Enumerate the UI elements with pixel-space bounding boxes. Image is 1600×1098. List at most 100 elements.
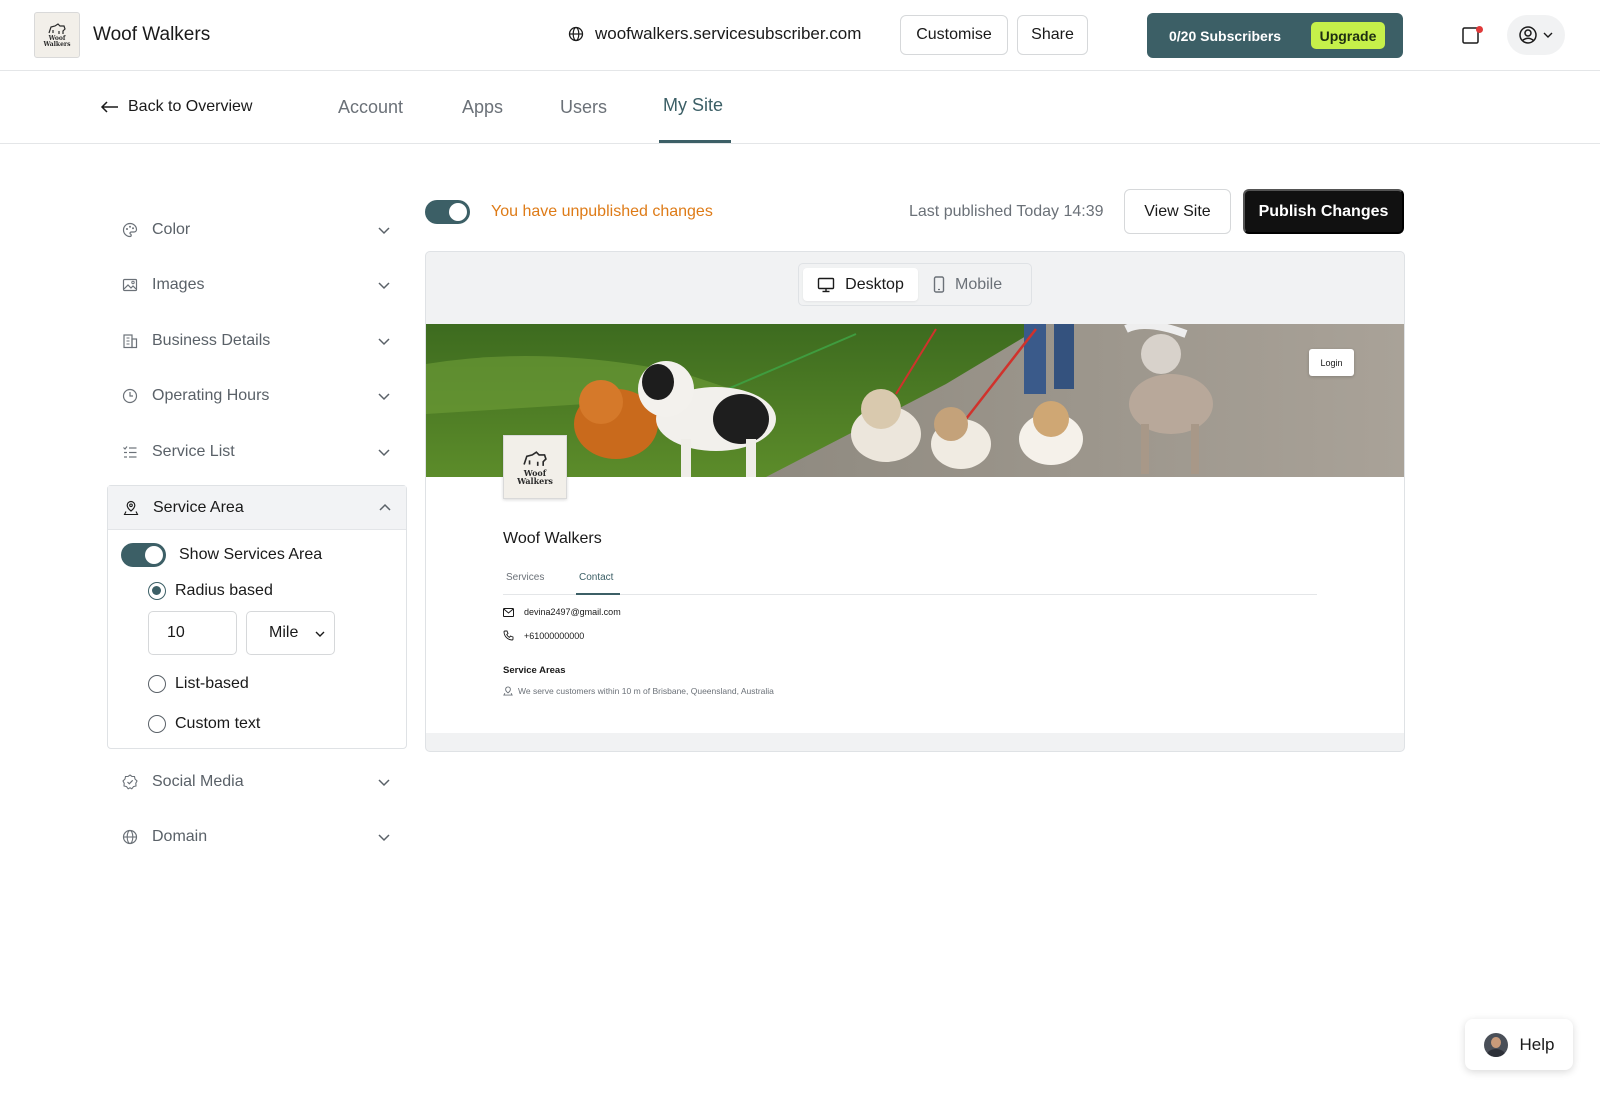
view-site-button[interactable]: View Site <box>1124 189 1231 234</box>
sidebar-item-color[interactable]: Color <box>107 208 407 252</box>
preview-changes-toggle[interactable] <box>425 200 470 224</box>
support-avatar <box>1483 1032 1508 1057</box>
preview-tab-contact[interactable]: Contact <box>579 572 613 583</box>
sidebar-item-domain[interactable]: Domain <box>107 815 407 859</box>
building-icon <box>123 334 138 349</box>
palette-icon <box>122 222 138 238</box>
site-url-text: woofwalkers.servicesubscriber.com <box>595 24 862 43</box>
publish-changes-button[interactable]: Publish Changes <box>1243 189 1404 234</box>
help-button[interactable]: Help <box>1465 1019 1573 1070</box>
custom-text-radio[interactable] <box>148 715 166 733</box>
chevron-down-icon <box>378 282 390 290</box>
mobile-label: Mobile <box>955 275 1003 293</box>
chevron-down-icon <box>1543 32 1553 38</box>
badge-check-icon <box>122 774 138 790</box>
location-icon <box>503 686 513 696</box>
hero-banner-image <box>426 324 1404 477</box>
tab-my-site[interactable]: My Site <box>663 95 723 116</box>
phone-icon <box>503 630 514 641</box>
custom-text-label: Custom text <box>175 715 261 732</box>
dog-logo-icon <box>523 451 547 466</box>
sidebar-item-label: Business Details <box>152 332 271 349</box>
sidebar-item-label: Social Media <box>152 773 244 790</box>
preview-tab-divider <box>503 594 1317 595</box>
radius-unit-select[interactable]: Mile <box>246 611 335 655</box>
smartphone-icon <box>933 276 945 293</box>
chevron-down-icon <box>378 449 390 457</box>
sidebar-item-label: Color <box>152 221 191 238</box>
preview-site-logo: Woof Walkers <box>503 435 567 499</box>
logo-text-line2: Walkers <box>517 476 553 486</box>
preview-service-areas-title: Service Areas <box>503 665 566 676</box>
unpublished-changes-notice: You have unpublished changes <box>491 203 713 220</box>
back-to-overview-link[interactable]: Back to Overview <box>100 98 252 116</box>
logo-text-line2: Walkers <box>43 41 71 48</box>
sidebar-item-operating-hours[interactable]: Operating Hours <box>107 374 407 418</box>
sidebar-item-images[interactable]: Images <box>107 263 407 307</box>
sidebar-item-label: Service List <box>152 443 235 460</box>
preview-email: devina2497@gmail.com <box>524 607 621 617</box>
sidebar-item-social-media[interactable]: Social Media <box>107 760 407 804</box>
chevron-down-icon <box>378 834 390 842</box>
mobile-view-button[interactable]: Mobile <box>933 268 1002 301</box>
brand-logo[interactable]: Woof Walkers <box>34 12 80 58</box>
preview-site-name: Woof Walkers <box>503 530 602 547</box>
sidebar-item-label: Operating Hours <box>152 387 270 404</box>
globe-icon <box>122 829 138 845</box>
sidebar-item-service-area[interactable]: Service Area <box>108 486 406 530</box>
user-circle-icon <box>1519 26 1537 44</box>
preview-tab-services[interactable]: Services <box>506 572 544 583</box>
dog-logo-icon <box>48 23 66 34</box>
sidebar-item-business-details[interactable]: Business Details <box>107 319 407 363</box>
show-service-area-label: Show Services Area <box>179 546 323 563</box>
preview-service-areas-row: We serve customers within 10 m of Brisba… <box>503 686 774 696</box>
site-preview-frame: Desktop Mobile Login Woof Walkers Woof W… <box>425 251 1405 752</box>
subscribers-banner: 0/20 Subscribers Upgrade <box>1147 13 1403 58</box>
radius-based-label: Radius based <box>175 582 273 599</box>
preview-phone-row: +61000000000 <box>503 630 584 641</box>
chevron-down-icon <box>378 393 390 401</box>
brand-name: Woof Walkers <box>93 24 211 45</box>
upgrade-button[interactable]: Upgrade <box>1311 22 1385 49</box>
preview-phone: +61000000000 <box>524 630 585 641</box>
chevron-down-icon <box>378 338 390 346</box>
site-url-link[interactable]: woofwalkers.servicesubscriber.com <box>568 24 861 44</box>
tab-apps[interactable]: Apps <box>462 97 503 118</box>
active-tab-indicator <box>659 140 731 143</box>
back-label: Back to Overview <box>128 98 253 115</box>
list-based-label: List-based <box>175 675 249 692</box>
show-service-area-toggle[interactable] <box>121 543 166 567</box>
tab-users[interactable]: Users <box>560 97 607 118</box>
radius-unit-value: Mile <box>269 624 299 641</box>
help-label: Help <box>1519 1034 1555 1054</box>
preview-login-button[interactable]: Login <box>1309 349 1354 376</box>
preview-active-tab-indicator <box>576 593 620 595</box>
device-switcher: Desktop Mobile <box>798 263 1032 306</box>
mail-icon <box>503 607 514 617</box>
chevron-up-icon <box>379 503 391 511</box>
customise-button[interactable]: Customise <box>900 15 1008 55</box>
preview-service-areas-text: We serve customers within 10 m of Brisba… <box>518 686 774 696</box>
site-preview-canvas: Login Woof Walkers Woof Walkers Services… <box>426 324 1404 733</box>
sidebar-item-label: Domain <box>152 828 208 845</box>
top-bar: Woof Walkers Woof Walkers woofwalkers.se… <box>0 0 1600 71</box>
sidebar-item-label: Images <box>152 276 205 293</box>
arrow-left-icon <box>100 101 118 113</box>
list-based-radio[interactable] <box>148 675 166 693</box>
radius-based-radio[interactable] <box>148 582 166 600</box>
subscribers-count: 0/20 Subscribers <box>1169 27 1282 44</box>
site-nav-bar: Back to Overview Account Apps Users My S… <box>0 71 1600 144</box>
last-published-text: Last published Today 14:39 <box>909 203 1104 220</box>
radius-value-input[interactable]: 10 <box>148 611 237 655</box>
chevron-down-icon <box>378 227 390 235</box>
location-icon <box>123 500 139 515</box>
sidebar-item-service-list[interactable]: Service List <box>107 430 407 474</box>
notification-badge <box>1476 26 1483 33</box>
desktop-view-button[interactable]: Desktop <box>803 268 918 301</box>
tab-account[interactable]: Account <box>338 97 403 118</box>
account-menu-button[interactable] <box>1507 15 1565 55</box>
dogs-walking-photo <box>426 324 1404 477</box>
sidebar-item-label: Service Area <box>153 498 244 516</box>
chevron-down-icon <box>315 631 325 637</box>
share-button[interactable]: Share <box>1017 15 1088 55</box>
